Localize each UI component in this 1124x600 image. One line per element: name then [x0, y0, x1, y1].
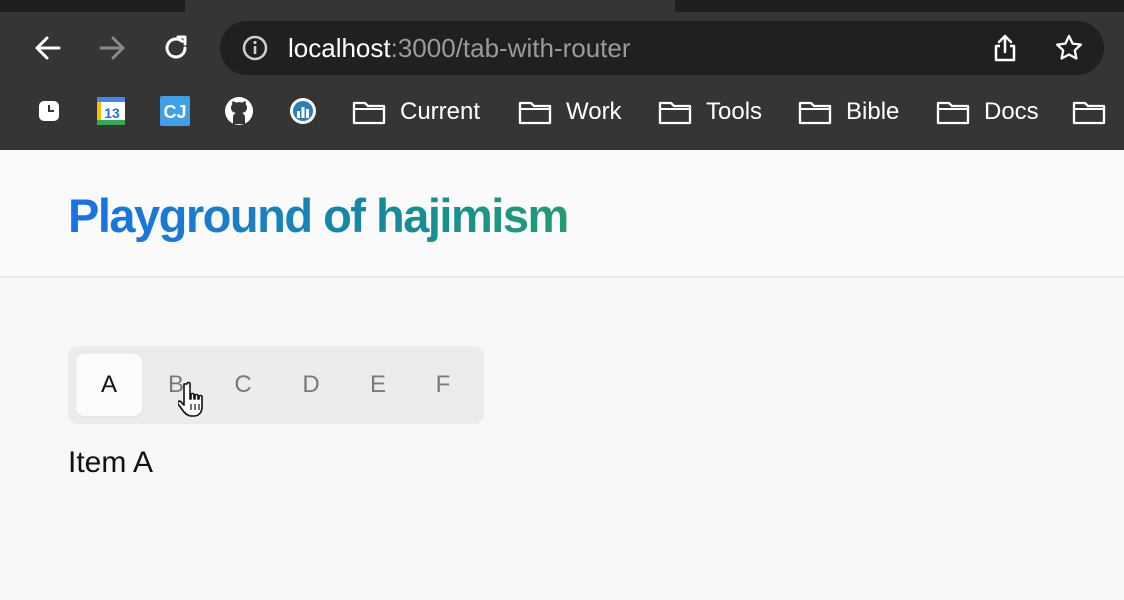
chart-icon[interactable]	[288, 96, 318, 126]
active-browser-tab[interactable]	[185, 0, 675, 12]
bookmark-label: Bible	[846, 98, 900, 125]
url-path: :3000/tab-with-router	[390, 33, 631, 63]
forward-button[interactable]	[92, 28, 132, 68]
bookmark-docs[interactable]: Docs	[936, 90, 1039, 134]
bookmark-work[interactable]: Work	[518, 90, 622, 134]
tab-a[interactable]: A	[76, 354, 142, 416]
folder-icon	[658, 101, 692, 125]
folder-icon	[798, 101, 832, 125]
bookmark-bible[interactable]: Bible	[798, 90, 899, 134]
calendar-icon[interactable]: 13	[96, 96, 126, 126]
star-icon[interactable]	[1054, 33, 1084, 63]
folder-icon	[352, 101, 386, 125]
url-text[interactable]: localhost:3000/tab-with-router	[288, 33, 631, 64]
page-title[interactable]: Playground of hajimism	[68, 188, 569, 243]
reload-icon	[165, 35, 187, 59]
tab-e[interactable]: E	[345, 354, 411, 416]
browser-chrome: localhost:3000/tab-with-router 13 CJ Cur…	[0, 0, 1124, 150]
folder-icon	[518, 101, 552, 125]
calendar-date: 13	[104, 105, 120, 121]
bookmark-label: Docs	[984, 98, 1039, 125]
arrow-left-icon	[35, 36, 61, 60]
cj-icon[interactable]: CJ	[160, 96, 190, 126]
folder-icon	[1072, 101, 1106, 125]
tab-f[interactable]: F	[410, 354, 476, 416]
address-bar[interactable]: localhost:3000/tab-with-router	[220, 21, 1104, 75]
site-header: Playground of hajimism	[0, 150, 1124, 278]
tab-panel-content: Item A	[68, 446, 154, 479]
bookmark-label: Current	[400, 98, 481, 125]
back-button[interactable]	[28, 28, 68, 68]
bookmark-label: Tools	[706, 98, 763, 125]
url-host: localhost	[288, 33, 391, 63]
hand-pointer-cursor-icon	[178, 381, 203, 417]
bookmark-current[interactable]: Current	[352, 90, 480, 134]
tab-list: A B C D E F	[68, 346, 484, 424]
reload-button[interactable]	[156, 28, 196, 68]
folder-icon	[936, 101, 970, 125]
bookmark-label: Work	[566, 98, 622, 125]
github-icon[interactable]	[224, 96, 254, 126]
bookmark-tools[interactable]: Tools	[658, 90, 762, 134]
share-icon[interactable]	[990, 33, 1020, 63]
tab-c[interactable]: C	[210, 354, 276, 416]
arrow-right-icon	[99, 36, 125, 60]
clock-app-icon[interactable]	[34, 96, 64, 126]
cj-label: CJ	[163, 102, 186, 122]
bookmark-overflow-folder[interactable]	[1072, 90, 1120, 134]
info-icon[interactable]	[240, 33, 270, 63]
tab-d[interactable]: D	[278, 354, 344, 416]
